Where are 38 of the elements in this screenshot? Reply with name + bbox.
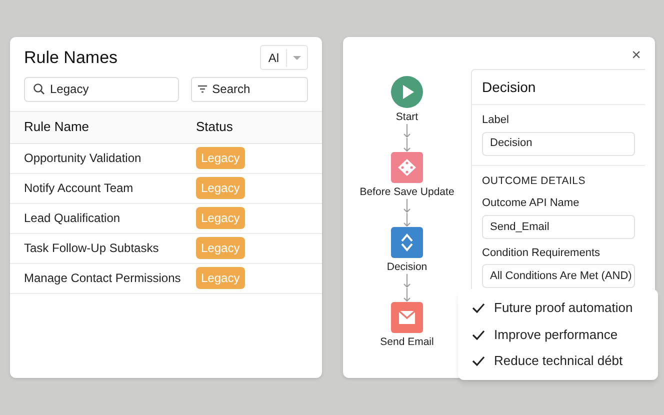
api-name-field[interactable]: Send_Email (482, 214, 635, 239)
close-button[interactable]: × (632, 48, 641, 64)
node-label: Decision (386, 260, 428, 274)
section-heading: OUTCOME DETAILS (482, 174, 587, 188)
column-header: Status (196, 118, 233, 136)
node-label: Send Email (380, 335, 434, 349)
condition-field[interactable]: All Conditions Are Met (AND) (482, 264, 635, 288)
rule-name: Manage Contact Permissions (24, 270, 182, 287)
status-tag: Legacy (196, 147, 245, 169)
panel-title: Rule Names (24, 47, 118, 69)
search-field[interactable]: Legacy (24, 76, 180, 102)
column-header: Rule Name (24, 118, 90, 136)
connector-arrow (402, 288, 411, 302)
filter-icon (198, 85, 208, 93)
status-tag: Legacy (196, 267, 245, 289)
filter-button[interactable]: Search (191, 76, 308, 102)
search-icon (33, 83, 45, 95)
rule-name: Opportunity Validation (24, 150, 142, 167)
benefit-text: Improve performance (494, 326, 618, 344)
status-tag: Legacy (196, 177, 245, 199)
envelope-icon (390, 302, 423, 333)
rule-name: Notify Account Team (24, 180, 134, 197)
field-label: Condition Requirements (482, 246, 602, 261)
split-arrows-icon (391, 227, 423, 258)
node-label: Start (396, 110, 418, 124)
field-label: Label (482, 113, 510, 128)
label-field[interactable]: Decision (482, 132, 635, 156)
play-icon (391, 76, 423, 108)
benefit-text: Reduce technical débt (494, 352, 623, 370)
rule-name: Task Follow-Up Subtasks (24, 240, 160, 257)
field-label: Outcome API Name (482, 196, 580, 212)
status-tag: Legacy (196, 237, 245, 259)
details-title: Decision (482, 78, 536, 96)
node-label: Before Save Update (360, 185, 454, 199)
benefit-text: Future proof automation (494, 299, 633, 318)
filter-dropdown[interactable]: Al (260, 45, 308, 70)
status-tag: Legacy (196, 207, 245, 229)
rule-name: Lead Qualification (24, 210, 122, 227)
